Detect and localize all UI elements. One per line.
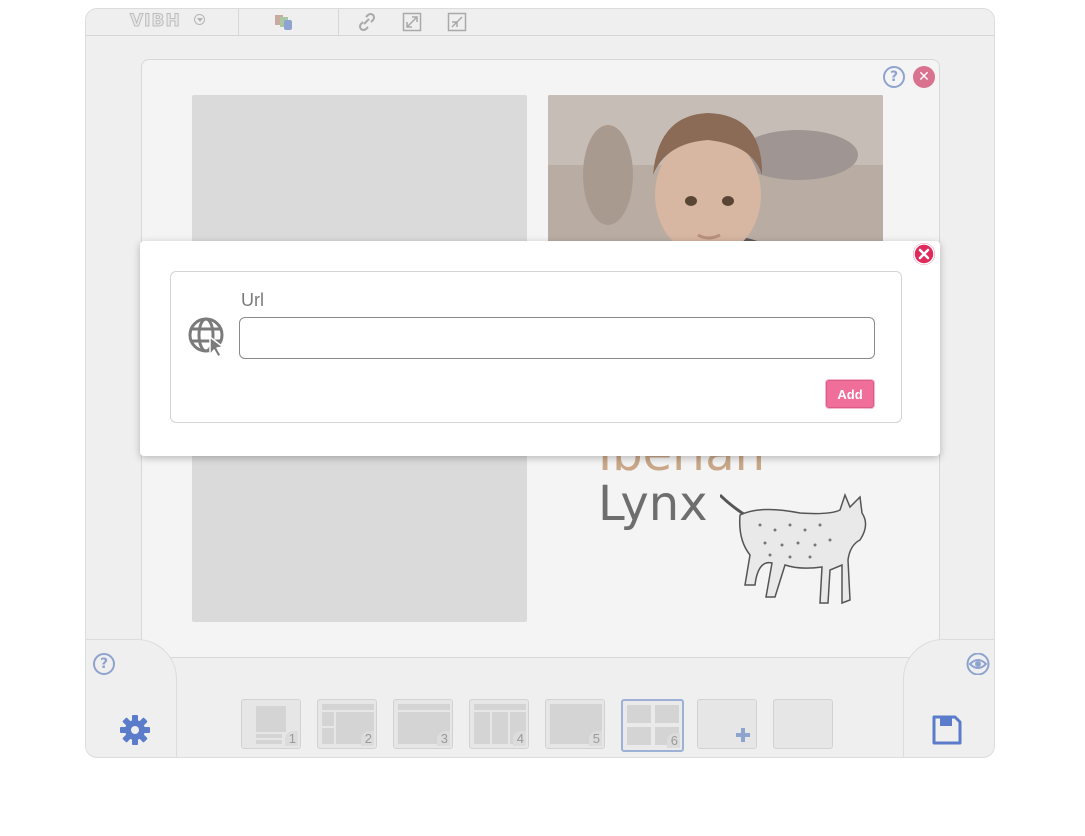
url-dialog: Url Add (140, 241, 940, 456)
close-dialog-button[interactable] (913, 243, 935, 265)
close-icon (913, 243, 935, 265)
add-button[interactable]: Add (826, 380, 874, 408)
url-input[interactable] (239, 317, 875, 359)
globe-cursor-icon (188, 317, 224, 357)
url-panel: Url Add (170, 271, 902, 423)
modal-overlay: Url Add (0, 0, 1085, 836)
url-label: Url (241, 290, 264, 310)
